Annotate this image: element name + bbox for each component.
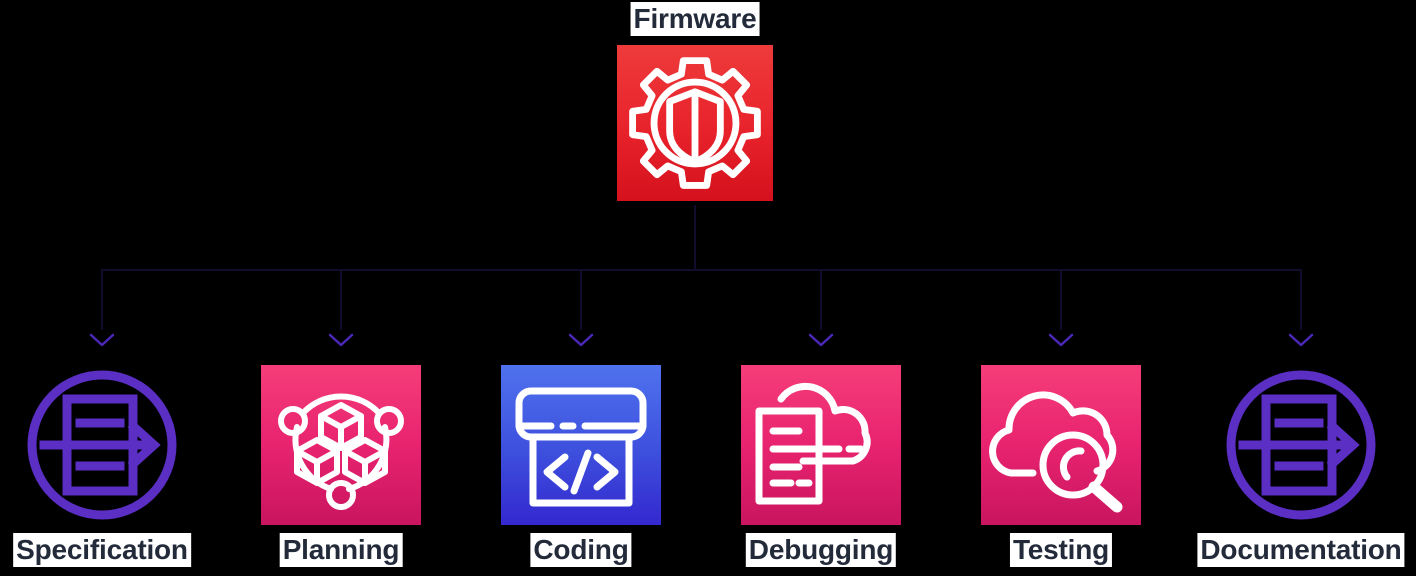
node-specification-label: Specification <box>13 533 191 567</box>
chevron-down-icon <box>568 332 594 348</box>
connector-to-planning <box>340 205 696 330</box>
diagram-canvas: Firmware Specification Planning Coding D… <box>0 0 1416 576</box>
gear-shield-icon <box>617 45 773 201</box>
node-testing[interactable]: Testing <box>981 330 1141 576</box>
node-debugging[interactable]: Debugging <box>741 330 901 576</box>
chevron-down-icon <box>328 332 354 348</box>
node-documentation[interactable]: Documentation <box>1197 330 1405 576</box>
chevron-down-icon <box>808 332 834 348</box>
connector-to-specification <box>101 205 696 330</box>
chevron-down-icon <box>89 332 115 348</box>
connector-to-testing <box>694 205 1062 330</box>
node-planning[interactable]: Planning <box>261 330 421 576</box>
chevron-down-icon <box>1048 332 1074 348</box>
node-specification[interactable]: Specification <box>13 330 191 576</box>
node-testing-label: Testing <box>1009 533 1113 567</box>
node-planning-label: Planning <box>279 533 403 567</box>
node-coding[interactable]: Coding <box>501 330 661 576</box>
node-documentation-label: Documentation <box>1197 533 1405 567</box>
chevron-down-icon <box>1288 332 1314 348</box>
cloud-magnifier-icon <box>981 365 1141 525</box>
node-debugging-label: Debugging <box>745 533 897 567</box>
node-firmware-label: Firmware <box>630 2 760 36</box>
code-window-icon <box>501 365 661 525</box>
connector-to-documentation <box>694 205 1302 330</box>
document-cloud-icon <box>741 365 901 525</box>
cubes-orbit-icon <box>261 365 421 525</box>
document-arrow-circle-icon <box>22 365 182 525</box>
node-firmware[interactable]: Firmware <box>617 0 773 205</box>
document-arrow-circle-icon <box>1221 365 1381 525</box>
connector-to-debugging <box>694 205 822 330</box>
node-coding-label: Coding <box>530 533 632 567</box>
connector-to-coding <box>580 205 696 330</box>
